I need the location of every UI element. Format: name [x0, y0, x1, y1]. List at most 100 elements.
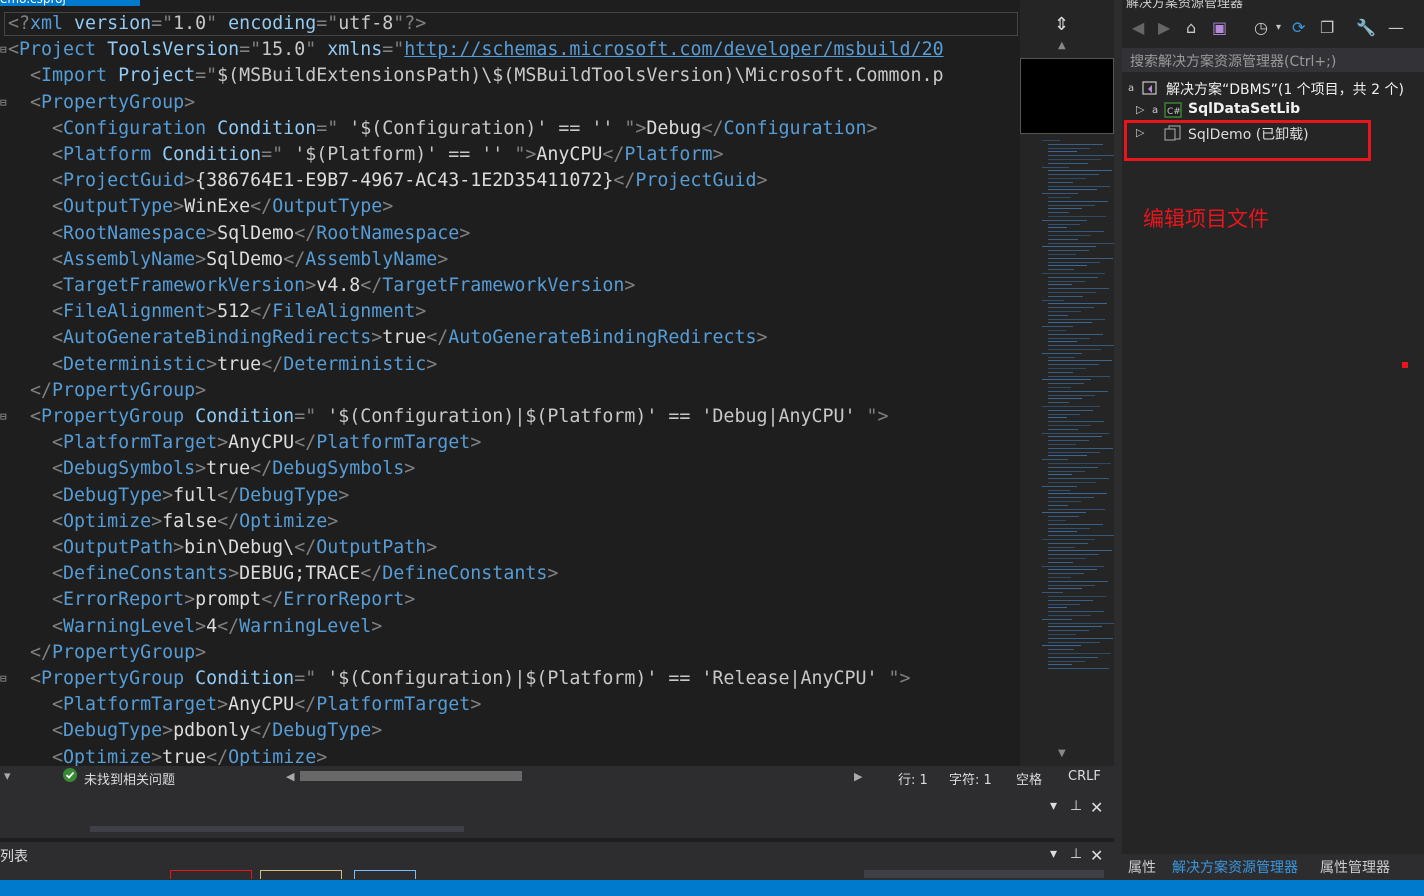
- code-token: AssemblyName: [305, 248, 438, 270]
- code-token: >: [217, 432, 229, 454]
- code-token: 15.0: [261, 39, 306, 61]
- code-token: SqlDemo: [217, 222, 295, 244]
- code-token: xml: [30, 13, 64, 34]
- whitespace-indicator[interactable]: 空格: [1016, 769, 1042, 788]
- minimap-line: [1048, 542, 1088, 544]
- error-list-search[interactable]: [864, 870, 1104, 878]
- code-token: </: [217, 615, 240, 637]
- svg-text:C#: C#: [1167, 107, 1181, 117]
- home-icon[interactable]: ⌂: [1186, 18, 1196, 37]
- minimap-line: [1048, 383, 1084, 385]
- code-token: </: [261, 589, 284, 611]
- app-status-bar: [0, 880, 1424, 896]
- tab-property-manager[interactable]: 属性管理器: [1320, 857, 1390, 877]
- split-window-icon[interactable]: ⇕: [1054, 14, 1069, 35]
- messages-filter-button[interactable]: [354, 870, 416, 879]
- minimap-line: [1048, 333, 1103, 335]
- code-token: AutoGenerateBindingRedirects: [448, 327, 757, 349]
- code-line: <OutputType>WinExe</OutputType>: [8, 194, 393, 220]
- tab-properties[interactable]: 属性: [1128, 857, 1156, 877]
- scroll-right-icon[interactable]: ▶: [854, 770, 862, 783]
- warnings-filter-button[interactable]: [260, 870, 342, 879]
- code-token: >: [316, 746, 328, 766]
- fold-marker-icon[interactable]: ⊟: [0, 43, 7, 56]
- close-icon[interactable]: ✕: [1090, 846, 1103, 865]
- back-icon[interactable]: ◀: [1132, 18, 1144, 37]
- code-token: Optimize: [228, 746, 317, 766]
- expand-chevron-icon[interactable]: ▷: [1136, 103, 1144, 116]
- code-token: >: [371, 327, 383, 349]
- minimap-line: [1048, 508, 1105, 510]
- code-editor[interactable]: <?xml version="1.0" encoding="utf-8"?> <P…: [0, 0, 1020, 766]
- minimap-line: [1042, 352, 1082, 354]
- code-line: <PropertyGroup>: [8, 90, 195, 116]
- minimap-line: [1048, 584, 1095, 586]
- scroll-left-icon[interactable]: ◀: [286, 770, 294, 783]
- line-ending-indicator[interactable]: CRLF: [1068, 769, 1101, 784]
- code-token: bin\Debug\: [184, 537, 295, 558]
- minimap-line: [1048, 295, 1083, 297]
- code-token: AnyCPU: [536, 144, 603, 165]
- switch-views-icon[interactable]: ▣: [1212, 18, 1227, 37]
- properties-wrench-icon[interactable]: 🔧: [1356, 18, 1376, 37]
- tree-item-sqldatasetlib[interactable]: ▷ a C# SqlDataSetLib: [1122, 99, 1424, 121]
- code-token: </: [294, 537, 317, 558]
- code-line: <PropertyGroup Condition=" '$(Configurat…: [8, 404, 889, 430]
- code-token: WarningLevel: [63, 615, 196, 637]
- minimap-viewport[interactable]: [1020, 58, 1114, 134]
- tab-solution-explorer[interactable]: 解决方案资源管理器: [1172, 857, 1298, 877]
- issues-status[interactable]: 未找到相关问题: [84, 769, 175, 788]
- minus-icon[interactable]: —: [1388, 18, 1404, 37]
- code-token: RootNamespace: [63, 222, 207, 244]
- minimap-line: [1042, 645, 1081, 647]
- minimap-line: [1048, 520, 1066, 521]
- code-token: >: [470, 694, 482, 716]
- pin-icon[interactable]: ⊥: [1070, 846, 1082, 862]
- code-token: DebugType: [239, 484, 339, 506]
- scroll-up-icon[interactable]: ▲: [1058, 40, 1066, 51]
- minimap-line: [1048, 550, 1112, 552]
- collapse-all-icon[interactable]: ❐: [1320, 18, 1334, 37]
- minimap-line: [1048, 345, 1114, 347]
- fold-marker-icon[interactable]: ⊟: [0, 96, 7, 109]
- filter-dropdown-icon[interactable]: ▾: [1276, 22, 1281, 33]
- solution-search-input[interactable]: 搜索解决方案资源管理器(Ctrl+;): [1122, 48, 1424, 72]
- panel-menu-icon[interactable]: ▾: [1050, 846, 1057, 862]
- horizontal-scrollbar-thumb[interactable]: [300, 771, 522, 781]
- forward-icon[interactable]: ▶: [1158, 18, 1170, 37]
- zoom-dropdown[interactable]: ▾: [4, 769, 11, 784]
- fold-marker-icon[interactable]: ⊟: [0, 410, 7, 423]
- line-indicator[interactable]: 行: 1: [898, 769, 928, 788]
- minimap-line: [1048, 387, 1071, 388]
- minimap-line: [1048, 493, 1107, 495]
- error-list-title: 列表: [0, 849, 28, 865]
- code-token: <: [52, 615, 64, 637]
- panel-menu-icon[interactable]: ▾: [1050, 798, 1057, 814]
- code-token: >: [217, 694, 229, 716]
- code-token: WinExe: [184, 196, 251, 218]
- code-token: DebugType: [63, 484, 163, 506]
- code-token: PropertyGroup: [52, 379, 196, 401]
- minimap-line: [1048, 451, 1100, 453]
- tree-item-solution[interactable]: a 解决方案“DBMS”(1 个项目，共 2 个): [1122, 77, 1424, 99]
- sync-icon[interactable]: ⟳: [1292, 18, 1305, 37]
- pin-icon[interactable]: ⊥: [1070, 798, 1082, 814]
- close-icon[interactable]: ✕: [1090, 798, 1103, 817]
- fold-marker-icon[interactable]: ⊟: [0, 672, 7, 685]
- code-token: AssemblyName: [63, 248, 196, 270]
- char-indicator[interactable]: 字符: 1: [949, 769, 992, 788]
- minimap-line: [1048, 292, 1096, 293]
- code-token: >: [756, 170, 768, 192]
- code-token: <: [52, 458, 64, 480]
- pending-changes-filter-icon[interactable]: ◷: [1254, 18, 1268, 37]
- code-token: >: [382, 196, 394, 218]
- code-token: <: [30, 406, 42, 427]
- errors-filter-button[interactable]: [170, 870, 252, 879]
- panel-splitter[interactable]: [1114, 0, 1122, 896]
- scroll-down-icon[interactable]: ▼: [1058, 748, 1066, 759]
